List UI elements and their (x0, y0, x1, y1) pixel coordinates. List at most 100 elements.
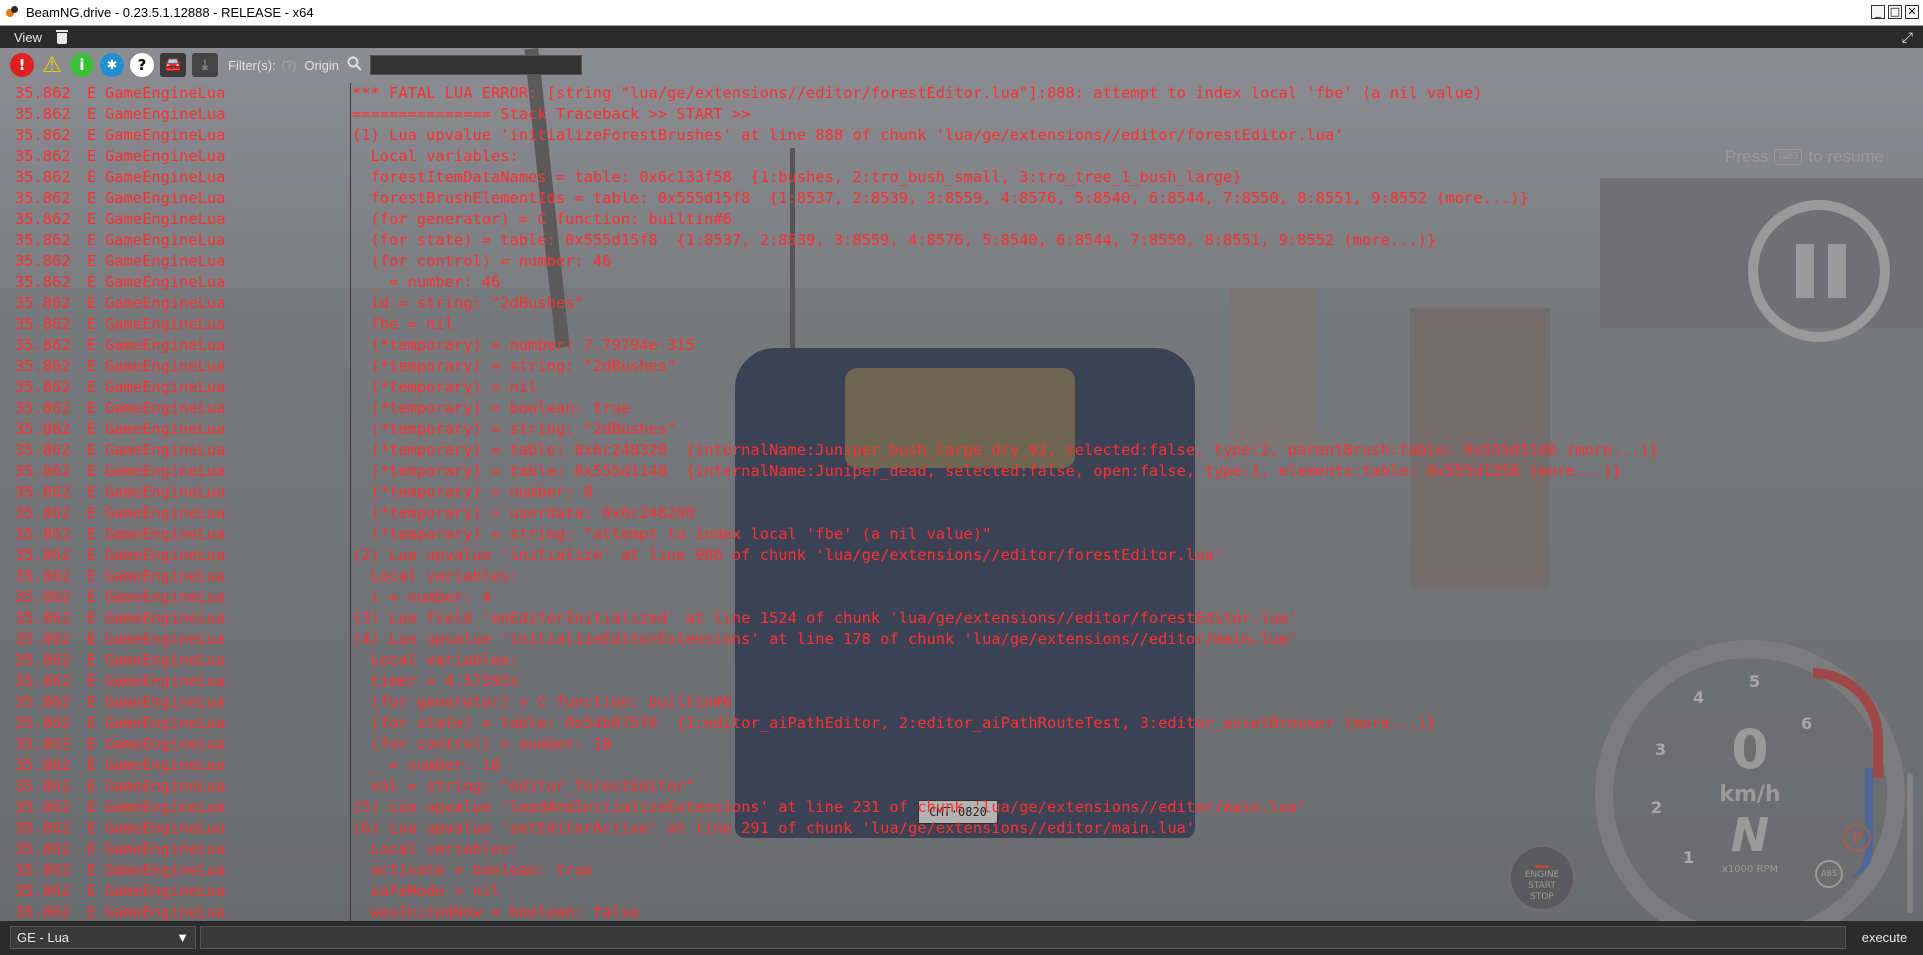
log-message: (*temporary) = table: 0x6c248320 {intern… (352, 441, 1659, 459)
log-source: GameEngineLua (105, 315, 226, 333)
download-icon[interactable]: ⤓ (192, 53, 218, 77)
log-message: (*temporary) = string: "2dBushes" (352, 357, 677, 375)
clear-log-trash-icon[interactable] (55, 30, 68, 44)
log-message: (for generator) = C function: builtin#6 (352, 210, 732, 228)
log-level: E (87, 798, 97, 816)
log-time: 35.862 (15, 903, 71, 921)
log-time: 35.862 (15, 672, 71, 690)
lua-context-select[interactable]: GE - Lua ▼ (10, 926, 196, 949)
log-source: GameEngineLua (105, 294, 226, 312)
log-time: 35.862 (15, 147, 71, 165)
maximize-button[interactable]: □ (1888, 5, 1902, 19)
log-level: E (87, 504, 97, 522)
log-time: 35.862 (15, 210, 71, 228)
log-level: E (87, 819, 97, 837)
log-row: 35.862 E GameEngineLua i = number: 4 (0, 587, 1923, 608)
log-row: 35.862 E GameEngineLua (for generator) = C… (0, 692, 1923, 713)
log-message: val = string: "editor_forestEditor" (352, 777, 695, 795)
log-level: E (87, 777, 97, 795)
log-source: GameEngineLua (105, 651, 226, 669)
log-source: GameEngineLua (105, 168, 226, 186)
filter-help-hint[interactable]: (?) (282, 58, 297, 72)
log-source: GameEngineLua (105, 105, 226, 123)
log-source: GameEngineLua (105, 525, 226, 543)
log-level: E (87, 756, 97, 774)
log-row: 35.862 E GameEngineLua id = string: "2dBus… (0, 293, 1923, 314)
log-row: 35.862 E GameEngineLua (4) Lua upvalue 'ini… (0, 629, 1923, 650)
log-time: 35.862 (15, 483, 71, 501)
log-message: _ = number: 18 (352, 756, 501, 774)
log-level: E (87, 336, 97, 354)
log-level: E (87, 483, 97, 501)
log-level: E (87, 231, 97, 249)
log-level: E (87, 399, 97, 417)
log-row: 35.862 E GameEngineLua (5) Lua upvalue 'loa… (0, 797, 1923, 818)
log-row: 35.862 E GameEngineLua fbe = nil (0, 314, 1923, 335)
log-message: (*temporary) = table: 0x555d1148 {intern… (352, 462, 1622, 480)
log-level: E (87, 861, 97, 879)
log-message: (for state) = table: 0x555d15f8 {1:8537,… (352, 231, 1437, 249)
log-source: GameEngineLua (105, 756, 226, 774)
log-level: E (87, 567, 97, 585)
debug-filter-icon[interactable]: ✱ (100, 53, 124, 77)
info-filter-icon[interactable]: i (70, 53, 94, 77)
log-row: 35.862 E GameEngineLua (for state) = table… (0, 713, 1923, 734)
log-level: E (87, 588, 97, 606)
log-message: wasInitedNow = boolean: false (352, 903, 640, 921)
window-titlebar: BeamNG.drive - 0.23.5.1.12888 - RELEASE … (0, 0, 1923, 26)
log-source: GameEngineLua (105, 840, 226, 858)
log-message: (*temporary) = number: 8 (352, 483, 593, 501)
command-input[interactable] (200, 926, 1846, 949)
log-time: 35.862 (15, 693, 71, 711)
log-source: GameEngineLua (105, 714, 226, 732)
log-scrollbar-thumb[interactable] (1907, 773, 1913, 913)
log-level: E (87, 441, 97, 459)
log-row: 35.862 E GameEngineLua val = string: "edit… (0, 776, 1923, 797)
log-source: GameEngineLua (105, 861, 226, 879)
execute-button[interactable]: execute (1852, 926, 1917, 949)
log-level: E (87, 693, 97, 711)
log-row: 35.862 E GameEngineLua wasInitedNow = bool… (0, 902, 1923, 921)
log-time: 35.862 (15, 714, 71, 732)
log-source: GameEngineLua (105, 777, 226, 795)
close-button[interactable]: ✕ (1905, 5, 1919, 19)
help-icon[interactable]: ? (130, 53, 154, 77)
log-time: 35.862 (15, 819, 71, 837)
log-source: GameEngineLua (105, 609, 226, 627)
error-filter-icon[interactable]: ! (10, 53, 34, 77)
log-source: GameEngineLua (105, 735, 226, 753)
log-message: (4) Lua upvalue 'initializeEditorExtensi… (352, 630, 1298, 648)
log-row: 35.862 E GameEngineLua (for control) = num… (0, 251, 1923, 272)
log-time: 35.862 (15, 231, 71, 249)
log-message: activate = boolean: true (352, 861, 593, 879)
log-message: (for control) = number: 46 (352, 252, 612, 270)
vehicle-filter-icon[interactable]: 🚘 (160, 53, 186, 77)
minimize-button[interactable]: _ (1871, 5, 1885, 19)
window-title: BeamNG.drive - 0.23.5.1.12888 - RELEASE … (26, 5, 314, 20)
log-time: 35.862 (15, 357, 71, 375)
log-row: 35.862 E GameEngineLua _ = number: 46 (0, 272, 1923, 293)
log-time: 35.862 (15, 315, 71, 333)
log-level: E (87, 420, 97, 438)
log-source: GameEngineLua (105, 903, 226, 921)
log-time: 35.862 (15, 105, 71, 123)
log-level: E (87, 840, 97, 858)
log-row: 35.862 E GameEngineLua (for state) = table… (0, 230, 1923, 251)
log-scrollbar[interactable] (1905, 83, 1915, 921)
log-row: 35.862 E GameEngineLua activate = boolean:… (0, 860, 1923, 881)
log-level: E (87, 189, 97, 207)
expand-icon[interactable]: ⤢ (1902, 30, 1913, 46)
log-source: GameEngineLua (105, 126, 226, 144)
log-row: 35.862 E GameEngineLua (for control) = num… (0, 734, 1923, 755)
log-source: GameEngineLua (105, 231, 226, 249)
log-row: 35.862 E GameEngineLua (*temporary) = numb… (0, 482, 1923, 503)
log-source: GameEngineLua (105, 210, 226, 228)
filter-search-input[interactable] (370, 55, 583, 75)
log-message: Local variables: (352, 567, 519, 585)
warning-filter-icon[interactable]: ⚠ (40, 53, 64, 78)
log-time: 35.862 (15, 777, 71, 795)
log-time: 35.862 (15, 252, 71, 270)
menu-view[interactable]: View (14, 30, 42, 45)
log-row: 35.862 E GameEngineLua (*temporary) = numb… (0, 335, 1923, 356)
log-source: GameEngineLua (105, 189, 226, 207)
